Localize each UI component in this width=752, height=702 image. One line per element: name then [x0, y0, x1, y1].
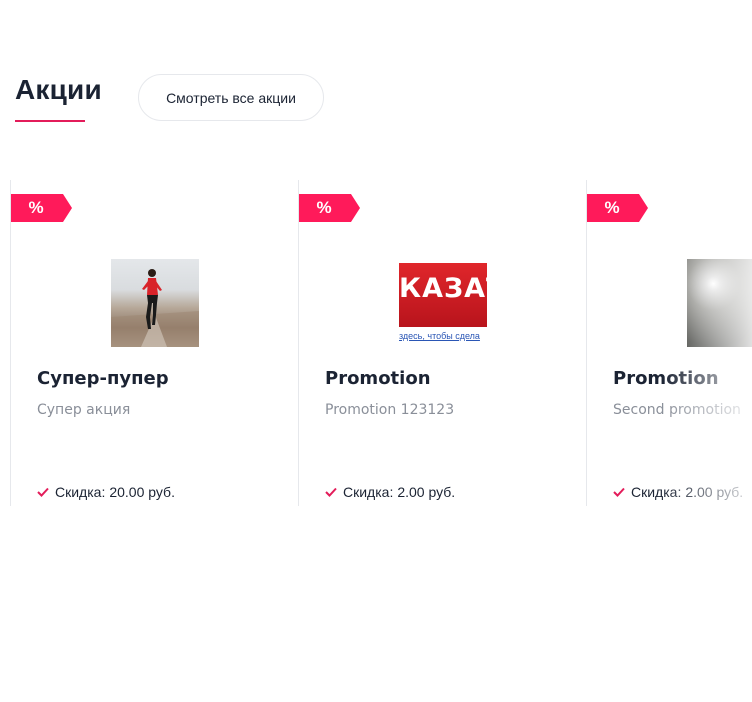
promotions-carousel: % Супер-пупер Супер акция Скидка: 20.00 …: [0, 180, 752, 510]
discount-label: Скидка:: [55, 484, 106, 500]
promotion-discount: Скидка: 20.00 руб.: [37, 484, 175, 500]
discount-value: 2.00 руб.: [685, 484, 744, 500]
check-icon: [613, 487, 625, 497]
promotion-badge: %: [299, 194, 360, 222]
promotion-title[interactable]: Супер-пупер: [37, 368, 169, 389]
promotion-title[interactable]: Promotion: [613, 368, 719, 389]
banner-subtext: здесь, чтобы сдела: [399, 331, 480, 341]
runner-photo: [111, 259, 199, 347]
promotion-image[interactable]: [687, 259, 752, 347]
promotion-card[interactable]: % КАЗАТ здесь, чтобы сдела Promotion Pro…: [298, 180, 586, 506]
runner-figure-icon: [111, 269, 199, 347]
discount-value: 2.00 руб.: [397, 484, 456, 500]
view-all-promotions-button[interactable]: Смотреть все акции: [138, 74, 324, 121]
promotion-discount: Скидка: 2.00 руб.: [613, 484, 743, 500]
promotion-badge: %: [587, 194, 648, 222]
promotion-title[interactable]: Promotion: [325, 368, 431, 389]
check-icon: [325, 487, 337, 497]
banner-text: КАЗАТ: [399, 273, 487, 304]
promotion-discount: Скидка: 2.00 руб.: [325, 484, 455, 500]
percent-icon: %: [604, 198, 620, 217]
percent-icon: %: [28, 198, 44, 217]
promotions-page: Акции Смотреть все акции % Супер-пупер С…: [0, 0, 752, 702]
light-photo: [687, 259, 752, 347]
discount-value: 20.00 руб.: [109, 484, 175, 500]
promotion-description: Promotion 123123: [325, 402, 455, 418]
discount-label: Скидка:: [343, 484, 394, 500]
promotion-description: Супер акция: [37, 402, 131, 418]
promotion-badge: %: [11, 194, 72, 222]
promotion-card[interactable]: % Супер-пупер Супер акция Скидка: 20.00 …: [10, 180, 298, 506]
discount-label: Скидка:: [631, 484, 682, 500]
red-banner: КАЗАТ здесь, чтобы сдела: [399, 259, 487, 347]
promotion-image[interactable]: [111, 259, 199, 347]
title-underline: [15, 120, 85, 122]
percent-icon: %: [316, 198, 332, 217]
promotion-image[interactable]: КАЗАТ здесь, чтобы сдела: [399, 259, 487, 347]
section-title: Акции: [15, 74, 102, 105]
check-icon: [37, 487, 49, 497]
promotion-card[interactable]: % Promotion Second promotion Скидка: 2.0…: [586, 180, 752, 506]
promotion-description: Second promotion: [613, 402, 741, 418]
